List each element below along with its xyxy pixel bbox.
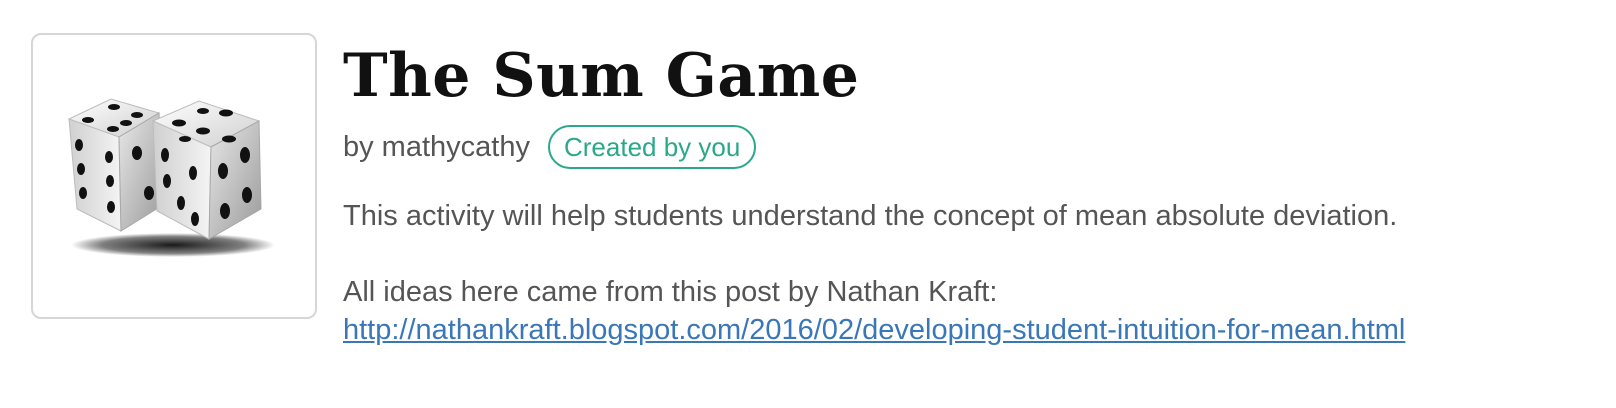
source-link[interactable]: http://nathankraft.blogspot.com/2016/02/… xyxy=(343,311,1405,349)
byline: by mathycathy Created by you xyxy=(343,122,1593,172)
ideas-text: All ideas here came from this post by Na… xyxy=(343,276,998,308)
dice-icon xyxy=(67,98,275,257)
activity-thumbnail[interactable] xyxy=(31,33,317,319)
created-by-you-badge: Created by you xyxy=(547,125,757,169)
activity-title[interactable]: The Sum Game xyxy=(343,36,1593,116)
activity-details: The Sum Game by mathycathy Created by yo… xyxy=(343,36,1593,349)
activity-description: This activity will help students underst… xyxy=(343,200,1398,232)
author-label: by mathycathy xyxy=(343,130,530,163)
